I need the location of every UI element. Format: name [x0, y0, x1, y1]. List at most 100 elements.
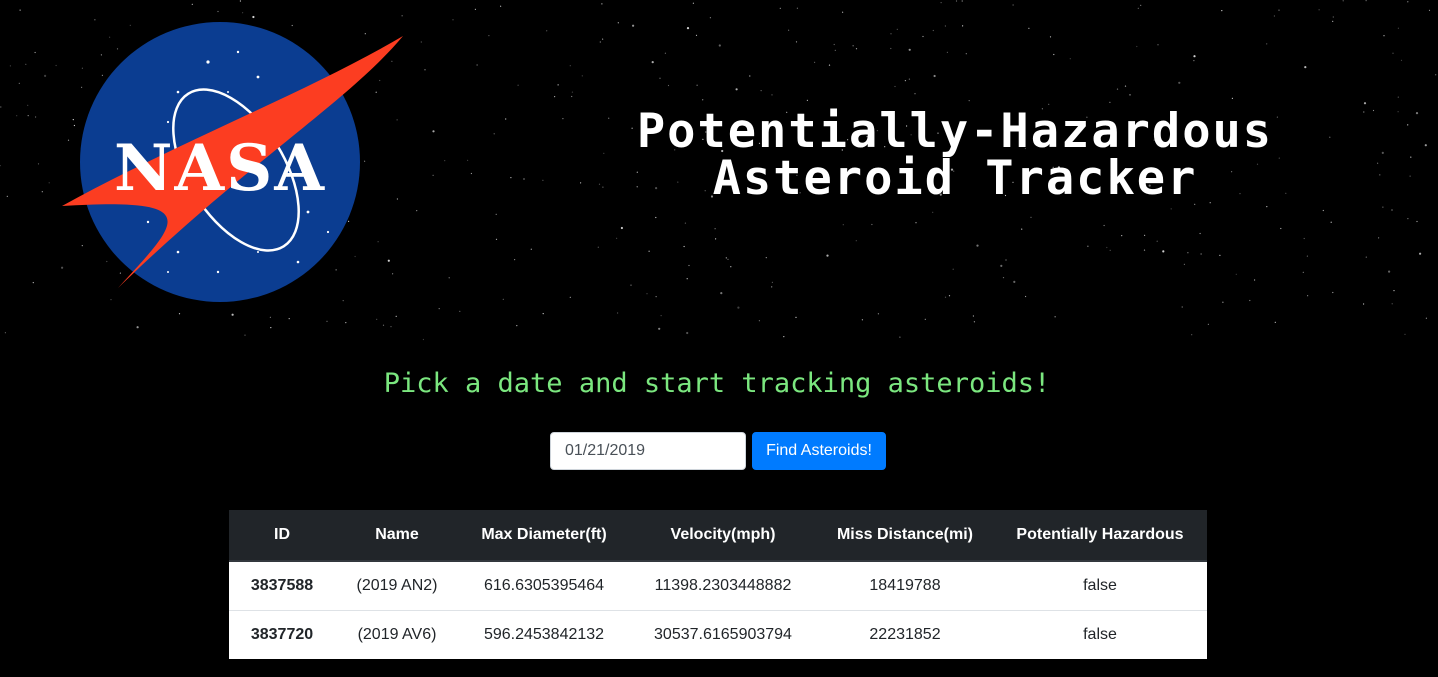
table-row: 3837588 (2019 AN2) 616.6305395464 11398.… [229, 560, 1207, 611]
star [1157, 44, 1159, 46]
star [495, 238, 498, 240]
cell-potentially-hazardous: false [993, 560, 1207, 611]
date-input[interactable] [550, 432, 746, 470]
star [932, 29, 934, 32]
star [1407, 218, 1409, 220]
star [1318, 9, 1320, 11]
star [965, 53, 967, 55]
star [476, 64, 478, 66]
star [41, 191, 43, 193]
star [239, 0, 241, 2]
star [1322, 209, 1324, 212]
star [288, 318, 290, 320]
star [795, 316, 797, 318]
star [894, 85, 896, 88]
table-row: 3837720 (2019 AV6) 596.2453842132 30537.… [229, 610, 1207, 659]
star [855, 240, 857, 242]
star [683, 245, 685, 248]
star [1049, 36, 1052, 38]
cell-miss-distance: 18419788 [817, 560, 993, 611]
star [326, 320, 328, 322]
star [714, 228, 716, 230]
asteroid-table-container: ID Name Max Diameter(ft) Velocity(mph) M… [229, 510, 1207, 659]
star [1397, 27, 1399, 29]
star [1053, 53, 1055, 56]
star [599, 41, 601, 43]
star [448, 277, 450, 279]
star [1124, 85, 1127, 87]
star [1136, 45, 1138, 48]
star [779, 7, 781, 9]
star [1302, 271, 1304, 273]
cell-velocity: 11398.2303448882 [629, 560, 817, 611]
star [1254, 279, 1256, 281]
star [1028, 27, 1030, 29]
star [1137, 7, 1139, 9]
star [467, 159, 469, 161]
star [1121, 235, 1123, 237]
star [709, 17, 712, 19]
star [554, 96, 556, 98]
star [500, 5, 502, 7]
star [944, 25, 947, 27]
star [136, 326, 139, 329]
star [1219, 254, 1221, 256]
star [664, 52, 667, 54]
column-header-velocity: Velocity(mph) [629, 510, 817, 562]
star [1170, 208, 1172, 210]
find-asteroids-button[interactable]: Find Asteroids! [752, 432, 886, 470]
star [660, 315, 662, 317]
star [516, 325, 518, 327]
star [1378, 237, 1380, 239]
star [217, 10, 219, 13]
star [908, 78, 911, 80]
star [620, 226, 624, 230]
star [420, 41, 422, 43]
star [796, 7, 799, 9]
star [735, 88, 738, 91]
star [270, 327, 272, 329]
star [686, 278, 688, 280]
star [1419, 252, 1422, 255]
star [861, 319, 864, 321]
column-header-potentially-hazardous: Potentially Hazardous [993, 510, 1207, 562]
star [1428, 9, 1431, 11]
star [617, 312, 619, 314]
star [852, 45, 854, 47]
cell-miss-distance: 22231852 [817, 610, 993, 659]
star [44, 74, 47, 77]
star [877, 313, 880, 315]
star [1397, 111, 1399, 113]
star [940, 1, 942, 4]
star [962, 25, 964, 27]
star [842, 11, 844, 13]
star [4, 332, 6, 334]
page-title: Potentially-Hazardous Asteroid Tracker [520, 108, 1390, 202]
star [1144, 234, 1146, 236]
star [1156, 240, 1158, 242]
star [924, 318, 926, 320]
star [252, 15, 255, 19]
cell-name: (2019 AN2) [335, 560, 459, 611]
star [444, 160, 446, 162]
star [1191, 334, 1193, 336]
star [94, 19, 96, 21]
star [1025, 295, 1027, 298]
star [376, 318, 378, 320]
star [474, 8, 476, 10]
star [422, 338, 424, 341]
star [933, 74, 936, 78]
star [495, 213, 497, 215]
star [514, 259, 516, 261]
star [1393, 290, 1395, 292]
star [976, 244, 979, 247]
star [1249, 299, 1251, 302]
star [1069, 58, 1071, 60]
star [1391, 303, 1393, 305]
star [191, 3, 193, 5]
column-header-max-diameter: Max Diameter(ft) [459, 510, 629, 562]
star [1365, 0, 1367, 2]
star [34, 51, 36, 54]
star [542, 313, 544, 315]
star [1087, 245, 1089, 247]
